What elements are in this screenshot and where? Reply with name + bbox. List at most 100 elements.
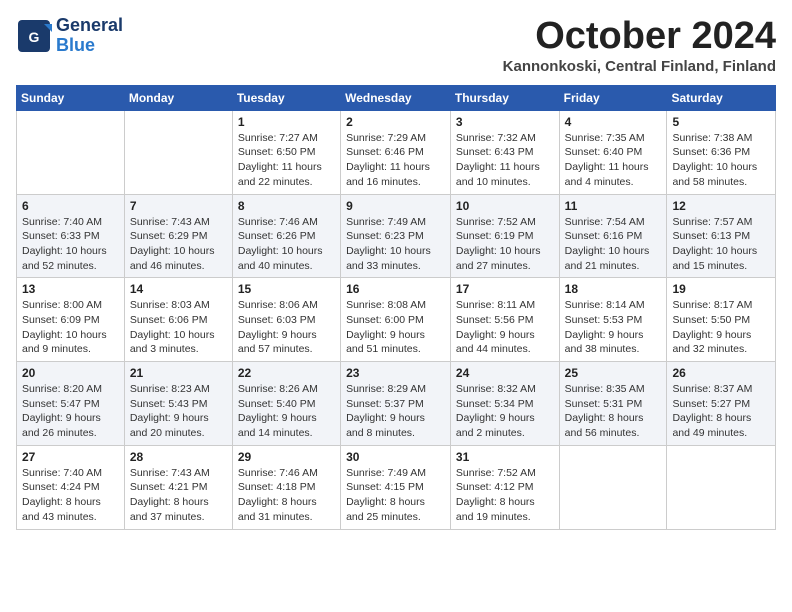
- day-number: 29: [238, 450, 335, 464]
- day-number: 24: [456, 366, 554, 380]
- calendar-cell: [559, 445, 667, 529]
- day-content: Sunrise: 8:20 AM Sunset: 5:47 PM Dayligh…: [22, 382, 119, 441]
- day-number: 7: [130, 199, 227, 213]
- calendar-cell: 9Sunrise: 7:49 AM Sunset: 6:23 PM Daylig…: [341, 194, 451, 278]
- calendar-cell: 30 Sunrise: 7:49 AM Sunset: 4:15 PM Dayli…: [341, 445, 451, 529]
- day-content: Sunrise: 7:38 AM Sunset: 6:36 PM Dayligh…: [672, 131, 770, 190]
- day-number: 9: [346, 199, 445, 213]
- day-content: Sunrise: 7:46 AM Sunset: 4:18 PM Dayligh…: [238, 466, 335, 525]
- day-number: 5: [672, 115, 770, 129]
- day-content: Sunrise: 7:52 AM Sunset: 6:19 PM Dayligh…: [456, 215, 554, 274]
- day-content: Sunrise: 7:43 AM Sunset: 4:21 PM Dayligh…: [130, 466, 227, 525]
- header: G General Blue October 2024 Kannonkoski,…: [16, 16, 776, 75]
- day-content: Sunrise: 8:26 AM Sunset: 5:40 PM Dayligh…: [238, 382, 335, 441]
- day-number: 27: [22, 450, 119, 464]
- calendar-cell: 7 Sunrise: 7:43 AM Sunset: 6:29 PM Daylig…: [124, 194, 232, 278]
- day-content: Sunrise: 7:49 AM Sunset: 4:15 PM Dayligh…: [346, 466, 445, 525]
- calendar-week-row: 1 Sunrise: 7:27 AM Sunset: 6:50 PM Daylig…: [17, 110, 776, 194]
- day-content: Sunrise: 8:29 AM Sunset: 5:37 PM Dayligh…: [346, 382, 445, 441]
- calendar-cell: 28 Sunrise: 7:43 AM Sunset: 4:21 PM Dayli…: [124, 445, 232, 529]
- location: Kannonkoski, Central Finland, Finland: [503, 58, 776, 75]
- calendar-cell: 2 Sunrise: 7:29 AM Sunset: 6:46 PM Daylig…: [341, 110, 451, 194]
- day-number: 18: [565, 282, 662, 296]
- day-content: Sunrise: 7:43 AM Sunset: 6:29 PM Dayligh…: [130, 215, 227, 274]
- calendar-cell: 15 Sunrise: 8:06 AM Sunset: 6:03 PM Dayli…: [232, 278, 340, 362]
- day-content: Sunrise: 7:32 AM Sunset: 6:43 PM Dayligh…: [456, 131, 554, 190]
- day-number: 22: [238, 366, 335, 380]
- calendar-week-row: 27 Sunrise: 7:40 AM Sunset: 4:24 PM Dayli…: [17, 445, 776, 529]
- day-number: 8: [238, 199, 335, 213]
- weekday-header: Saturday: [667, 85, 776, 110]
- calendar-table: SundayMondayTuesdayWednesdayThursdayFrid…: [16, 85, 776, 530]
- day-number: 23: [346, 366, 445, 380]
- calendar-cell: 20Sunrise: 8:20 AM Sunset: 5:47 PM Dayli…: [17, 362, 125, 446]
- day-content: Sunrise: 8:17 AM Sunset: 5:50 PM Dayligh…: [672, 298, 770, 357]
- day-content: Sunrise: 7:40 AM Sunset: 6:33 PM Dayligh…: [22, 215, 119, 274]
- month-title: October 2024: [503, 16, 776, 58]
- day-content: Sunrise: 8:23 AM Sunset: 5:43 PM Dayligh…: [130, 382, 227, 441]
- calendar-week-row: 20Sunrise: 8:20 AM Sunset: 5:47 PM Dayli…: [17, 362, 776, 446]
- day-number: 16: [346, 282, 445, 296]
- day-content: Sunrise: 7:40 AM Sunset: 4:24 PM Dayligh…: [22, 466, 119, 525]
- weekday-header: Sunday: [17, 85, 125, 110]
- calendar-cell: 13Sunrise: 8:00 AM Sunset: 6:09 PM Dayli…: [17, 278, 125, 362]
- day-content: Sunrise: 8:03 AM Sunset: 6:06 PM Dayligh…: [130, 298, 227, 357]
- day-number: 10: [456, 199, 554, 213]
- day-content: Sunrise: 8:00 AM Sunset: 6:09 PM Dayligh…: [22, 298, 119, 357]
- logo-icon: G: [16, 18, 52, 54]
- calendar-cell: 4 Sunrise: 7:35 AM Sunset: 6:40 PM Daylig…: [559, 110, 667, 194]
- day-content: Sunrise: 7:54 AM Sunset: 6:16 PM Dayligh…: [565, 215, 662, 274]
- day-number: 15: [238, 282, 335, 296]
- calendar-cell: 3 Sunrise: 7:32 AM Sunset: 6:43 PM Daylig…: [450, 110, 559, 194]
- day-content: Sunrise: 7:35 AM Sunset: 6:40 PM Dayligh…: [565, 131, 662, 190]
- day-content: Sunrise: 7:52 AM Sunset: 4:12 PM Dayligh…: [456, 466, 554, 525]
- calendar-week-row: 13Sunrise: 8:00 AM Sunset: 6:09 PM Dayli…: [17, 278, 776, 362]
- logo: G General Blue: [16, 16, 123, 56]
- calendar-cell: 21 Sunrise: 8:23 AM Sunset: 5:43 PM Dayli…: [124, 362, 232, 446]
- day-number: 19: [672, 282, 770, 296]
- calendar-cell: 12 Sunrise: 7:57 AM Sunset: 6:13 PM Dayli…: [667, 194, 776, 278]
- weekday-header: Thursday: [450, 85, 559, 110]
- calendar-cell: 31Sunrise: 7:52 AM Sunset: 4:12 PM Dayli…: [450, 445, 559, 529]
- calendar-cell: 19 Sunrise: 8:17 AM Sunset: 5:50 PM Dayli…: [667, 278, 776, 362]
- day-content: Sunrise: 8:06 AM Sunset: 6:03 PM Dayligh…: [238, 298, 335, 357]
- calendar-cell: 11 Sunrise: 7:54 AM Sunset: 6:16 PM Dayli…: [559, 194, 667, 278]
- day-number: 11: [565, 199, 662, 213]
- day-content: Sunrise: 7:29 AM Sunset: 6:46 PM Dayligh…: [346, 131, 445, 190]
- calendar-cell: 25 Sunrise: 8:35 AM Sunset: 5:31 PM Dayli…: [559, 362, 667, 446]
- day-number: 4: [565, 115, 662, 129]
- day-number: 21: [130, 366, 227, 380]
- calendar-cell: 17Sunrise: 8:11 AM Sunset: 5:56 PM Dayli…: [450, 278, 559, 362]
- calendar-cell: [124, 110, 232, 194]
- calendar-cell: 10 Sunrise: 7:52 AM Sunset: 6:19 PM Dayli…: [450, 194, 559, 278]
- day-content: Sunrise: 8:14 AM Sunset: 5:53 PM Dayligh…: [565, 298, 662, 357]
- day-number: 14: [130, 282, 227, 296]
- calendar-cell: 6Sunrise: 7:40 AM Sunset: 6:33 PM Daylig…: [17, 194, 125, 278]
- logo-general: General: [56, 16, 123, 36]
- weekday-header: Monday: [124, 85, 232, 110]
- day-number: 26: [672, 366, 770, 380]
- day-number: 2: [346, 115, 445, 129]
- calendar-cell: 22 Sunrise: 8:26 AM Sunset: 5:40 PM Dayli…: [232, 362, 340, 446]
- calendar-cell: 5 Sunrise: 7:38 AM Sunset: 6:36 PM Daylig…: [667, 110, 776, 194]
- weekday-header: Tuesday: [232, 85, 340, 110]
- day-content: Sunrise: 8:35 AM Sunset: 5:31 PM Dayligh…: [565, 382, 662, 441]
- calendar-cell: 18 Sunrise: 8:14 AM Sunset: 5:53 PM Dayli…: [559, 278, 667, 362]
- day-number: 3: [456, 115, 554, 129]
- logo-blue: Blue: [56, 36, 123, 56]
- day-content: Sunrise: 7:27 AM Sunset: 6:50 PM Dayligh…: [238, 131, 335, 190]
- calendar-cell: 26Sunrise: 8:37 AM Sunset: 5:27 PM Dayli…: [667, 362, 776, 446]
- day-number: 12: [672, 199, 770, 213]
- calendar-cell: 29 Sunrise: 7:46 AM Sunset: 4:18 PM Dayli…: [232, 445, 340, 529]
- day-number: 17: [456, 282, 554, 296]
- calendar-cell: 8 Sunrise: 7:46 AM Sunset: 6:26 PM Daylig…: [232, 194, 340, 278]
- day-content: Sunrise: 7:57 AM Sunset: 6:13 PM Dayligh…: [672, 215, 770, 274]
- title-area: October 2024 Kannonkoski, Central Finlan…: [503, 16, 776, 75]
- weekday-header-row: SundayMondayTuesdayWednesdayThursdayFrid…: [17, 85, 776, 110]
- day-number: 30: [346, 450, 445, 464]
- day-number: 1: [238, 115, 335, 129]
- weekday-header: Wednesday: [341, 85, 451, 110]
- day-content: Sunrise: 7:46 AM Sunset: 6:26 PM Dayligh…: [238, 215, 335, 274]
- day-number: 25: [565, 366, 662, 380]
- day-number: 28: [130, 450, 227, 464]
